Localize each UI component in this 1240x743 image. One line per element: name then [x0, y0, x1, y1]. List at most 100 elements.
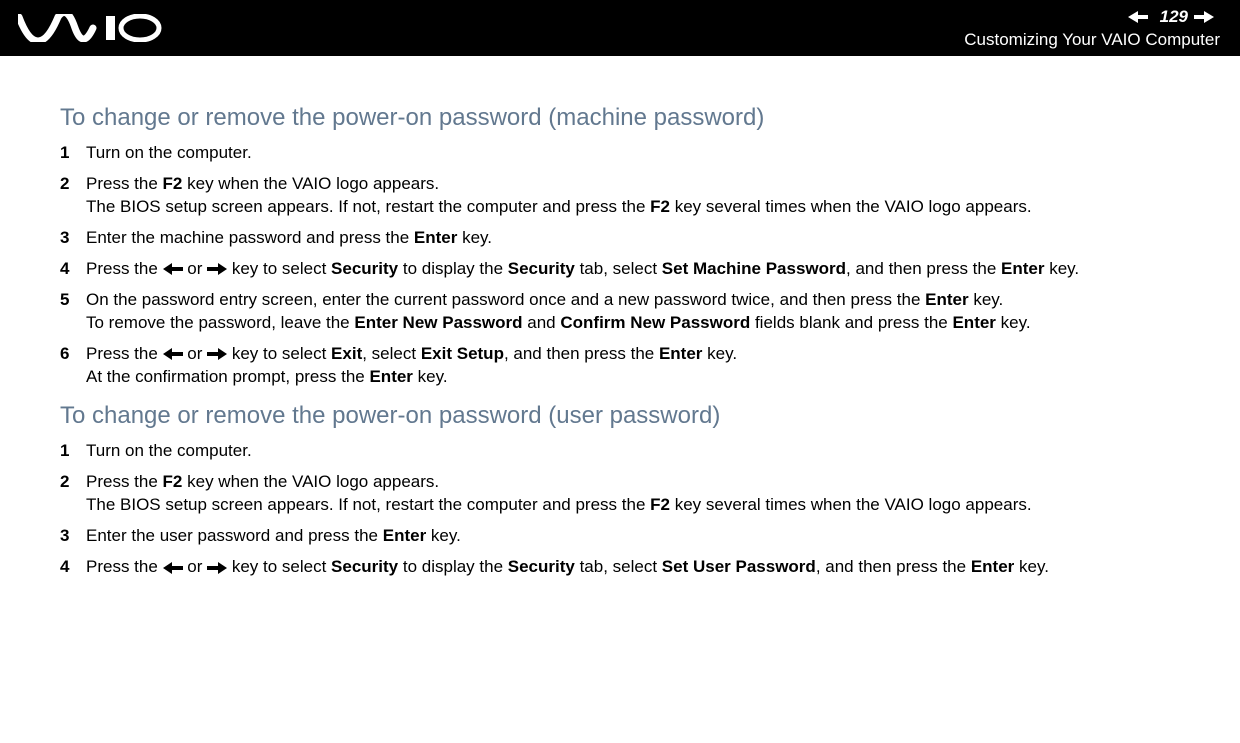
text: key.: [426, 526, 461, 545]
step-number: 2: [60, 471, 69, 494]
text: key.: [1045, 259, 1080, 278]
text: Press the: [86, 557, 163, 576]
bold-text: F2: [650, 495, 670, 514]
bold-text: Enter: [1001, 259, 1044, 278]
text: tab, select: [575, 259, 662, 278]
text: key.: [996, 313, 1031, 332]
bold-text: Enter: [925, 290, 968, 309]
text: key several times when the VAIO logo app…: [670, 495, 1032, 514]
text: Turn on the computer.: [86, 441, 252, 460]
text: Enter the user password and press the: [86, 526, 383, 545]
text: key.: [1014, 557, 1049, 576]
vaio-logo-svg: [18, 14, 163, 42]
step-number: 3: [60, 525, 69, 548]
text: Turn on the computer.: [86, 143, 252, 162]
left-arrow-icon: [163, 263, 183, 275]
bold-text: Security: [508, 259, 575, 278]
step-list: 1 Turn on the computer. 2 Press the F2 key …: [60, 142, 1180, 388]
text: Press the: [86, 259, 163, 278]
step-number: 3: [60, 227, 69, 250]
bold-text: F2: [163, 472, 183, 491]
section-heading: To change or remove the power-on passwor…: [60, 104, 1180, 132]
bold-text: Enter: [952, 313, 995, 332]
nav-prev-icon: [1128, 11, 1148, 23]
text: To remove the password, leave the: [86, 313, 354, 332]
text: Press the: [86, 174, 163, 193]
text: key when the VAIO logo appears.: [182, 472, 439, 491]
bold-text: Enter: [971, 557, 1014, 576]
text: The BIOS setup screen appears. If not, r…: [86, 495, 650, 514]
step-number: 6: [60, 343, 69, 366]
text: or: [183, 344, 208, 363]
step-item: 6Press the or key to select Exit, select…: [60, 343, 1180, 389]
step-number: 4: [60, 556, 69, 579]
content: To change or remove the power-on passwor…: [0, 56, 1240, 579]
bold-text: F2: [163, 174, 183, 193]
step-number: 1: [60, 440, 69, 463]
page-header: 129 Customizing Your VAIO Computer: [0, 0, 1240, 56]
page: 129 Customizing Your VAIO Computer To ch…: [0, 0, 1240, 743]
step-item: 4 Press the or key to select Security to …: [60, 258, 1180, 281]
text: and: [523, 313, 561, 332]
nav-prev[interactable]: [1128, 11, 1148, 23]
step-list: 1Turn on the computer.2Press the F2 key …: [60, 440, 1180, 579]
text: or: [183, 557, 208, 576]
text: key when the VAIO logo appears.: [182, 174, 439, 193]
text: At the confirmation prompt, press the: [86, 367, 369, 386]
step-item: 3 Enter the user password and press the E…: [60, 525, 1180, 548]
text: to display the: [398, 557, 508, 576]
page-number: 129: [1160, 7, 1188, 27]
text: Enter the machine password and press the: [86, 228, 414, 247]
vaio-logo: [18, 14, 163, 42]
header-right: 129 Customizing Your VAIO Computer: [964, 7, 1220, 50]
bold-text: Enter: [659, 344, 702, 363]
step-item: 2 Press the F2 key when the VAIO logo app…: [60, 173, 1180, 219]
step-number: 1: [60, 142, 69, 165]
right-arrow-icon: [207, 348, 227, 360]
step-item: 2Press the F2 key when the VAIO logo app…: [60, 471, 1180, 517]
left-arrow-icon: [163, 562, 183, 574]
bold-text: Security: [508, 557, 575, 576]
text: key.: [457, 228, 492, 247]
bold-text: Enter: [383, 526, 426, 545]
bold-text: Enter: [414, 228, 457, 247]
bold-text: Exit: [331, 344, 362, 363]
text: fields blank and press the: [750, 313, 952, 332]
text: key to select: [227, 344, 331, 363]
text: or: [183, 259, 208, 278]
step-number: 4: [60, 258, 69, 281]
left-arrow-icon: [163, 348, 183, 360]
text: key to select: [227, 557, 331, 576]
text: tab, select: [575, 557, 662, 576]
bold-text: Enter New Password: [354, 313, 522, 332]
text: The BIOS setup screen appears. If not, r…: [86, 197, 650, 216]
step-item: 4 Press the or key to select Security to …: [60, 556, 1180, 579]
bold-text: F2: [650, 197, 670, 216]
text: key.: [702, 344, 737, 363]
text: Press the: [86, 344, 163, 363]
bold-text: Enter: [369, 367, 412, 386]
step-item: 5On the password entry screen, enter the…: [60, 289, 1180, 335]
text: , and then press the: [504, 344, 659, 363]
step-item: 1 Turn on the computer.: [60, 440, 1180, 463]
step-number: 2: [60, 173, 69, 196]
bold-text: Set Machine Password: [662, 259, 846, 278]
bold-text: Security: [331, 557, 398, 576]
text: key to select: [227, 259, 331, 278]
nav-and-page: 129: [1128, 7, 1220, 27]
text: key.: [969, 290, 1004, 309]
nav-next[interactable]: [1194, 11, 1214, 23]
chapter-title: Customizing Your VAIO Computer: [964, 30, 1220, 50]
text: , and then press the: [846, 259, 1001, 278]
text: to display the: [398, 259, 508, 278]
text: key.: [413, 367, 448, 386]
step-item: 3 Enter the machine password and press th…: [60, 227, 1180, 250]
text: key several times when the VAIO logo app…: [670, 197, 1032, 216]
step-item: 1 Turn on the computer.: [60, 142, 1180, 165]
bold-text: Set User Password: [662, 557, 816, 576]
right-arrow-icon: [207, 263, 227, 275]
bold-text: Security: [331, 259, 398, 278]
right-arrow-icon: [207, 562, 227, 574]
section-heading: To change or remove the power-on passwor…: [60, 402, 1180, 430]
nav-next-icon: [1194, 11, 1214, 23]
